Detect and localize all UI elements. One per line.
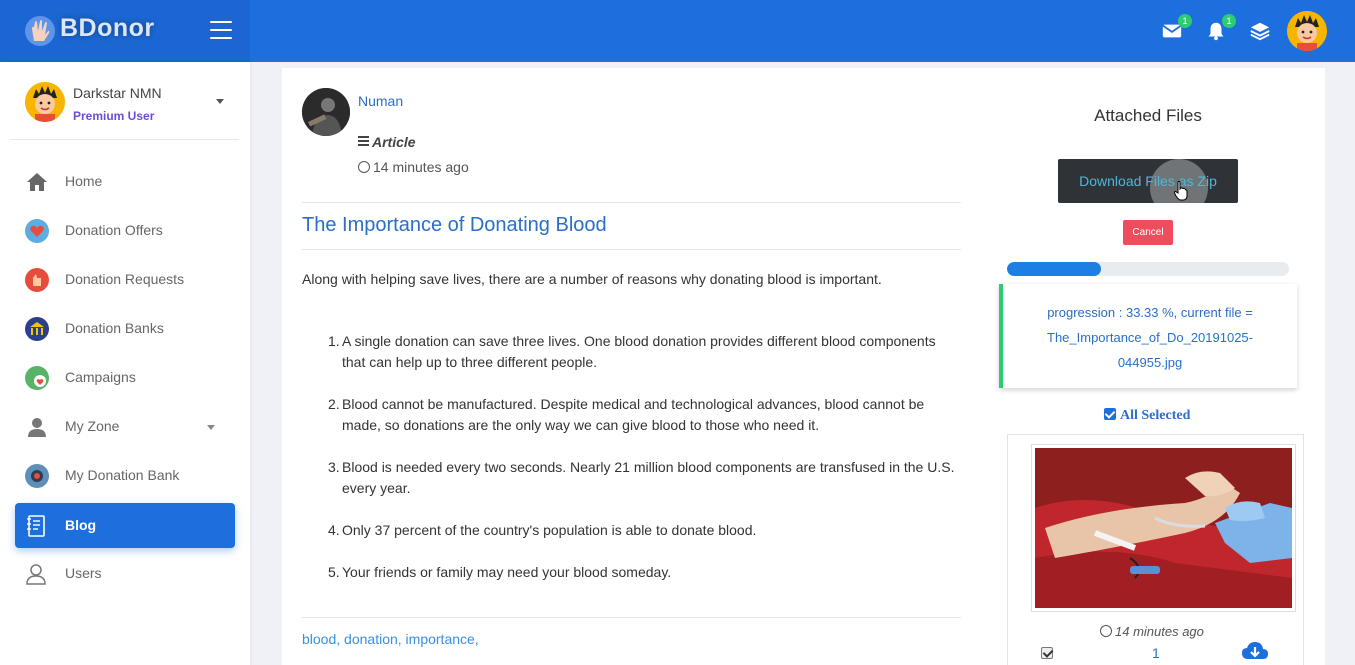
donation-requests-icon [25,268,49,292]
sidebar-item-label: Donation Offers [65,222,163,238]
list-item: 3. Blood is needed every two seconds. Nea… [328,459,955,496]
user-profile-dropdown[interactable]: Darkstar NMN Premium User [10,62,239,140]
tag-link[interactable]: donation, [344,631,402,647]
sidebar-item-label: My Zone [65,418,120,434]
donation-offers-icon [25,219,49,243]
download-progress-bar [1007,262,1289,276]
sidebar-item-donation-requests[interactable]: Donation Requests [15,257,235,302]
progress-status-box: progression : 33.33 %, current file = Th… [999,284,1297,388]
list-item-text: Your friends or family may need your blo… [342,564,672,580]
list-item-text: A single donation can save three lives. … [342,333,936,370]
file-time-label: 14 minutes ago [1115,624,1204,639]
mail-icon[interactable]: 1 [1161,14,1192,44]
post-points-list: 1. A single donation can save three lives… [328,331,957,604]
list-item: 2. Blood cannot be manufactured. Despite … [328,396,925,433]
checkbox-checked-icon [1104,408,1116,420]
users-icon [25,562,49,586]
sidebar-item-label: Campaigns [65,369,136,385]
divider [302,617,961,618]
mail-badge: 1 [1178,14,1192,28]
user-icon [25,415,49,439]
layers-icon[interactable] [1249,20,1273,44]
divider [302,249,961,250]
hand-cursor-icon [1173,181,1188,206]
list-item: 4. Only 37 percent of the country's popul… [328,522,757,538]
progress-fill [1007,262,1101,276]
clock-icon [1100,625,1112,637]
post-type: Article [358,134,416,150]
sidebar-item-users[interactable]: Users [15,551,235,596]
select-all-label: All Selected [1120,408,1191,423]
post-type-label: Article [372,134,416,150]
file-number[interactable]: 1 [1152,645,1160,661]
home-icon [25,170,49,194]
user-role: Premium User [73,109,155,123]
sidebar-item-blog[interactable]: Blog [15,503,235,548]
list-item-text: Blood cannot be manufactured. Despite me… [342,396,925,433]
avatar[interactable] [1287,11,1327,51]
download-zip-label: Download Files as Zip [1079,173,1217,189]
list-item-text: Blood is needed every two seconds. Nearl… [342,459,955,496]
clock-icon [358,161,370,173]
app-logo-text: BDonor [60,14,155,42]
select-all-checkbox[interactable]: All Selected [1104,408,1190,424]
sidebar-item-label: Home [65,173,103,189]
bell-badge: 1 [1222,14,1236,28]
post-tags: blood, donation, importance, [302,631,479,647]
download-zip-button[interactable]: Download Files as Zip [1058,159,1238,203]
sidebar-item-donation-offers[interactable]: Donation Offers [15,208,235,253]
menu-toggle-icon[interactable] [210,21,232,39]
attached-files-title: Attached Files [1094,106,1202,125]
list-item: 1. A single donation can save three lives… [328,333,936,370]
progress-status-line: 044955.jpg [1117,355,1183,370]
sidebar-item-my-donation-bank[interactable]: My Donation Bank [15,453,235,498]
list-item-text: Only 37 percent of the country's populat… [342,522,757,538]
post-title[interactable]: The Importance of Donating Blood [302,214,607,237]
sidebar-item-campaigns[interactable]: Campaigns [15,355,235,400]
file-thumbnail[interactable] [1031,444,1296,612]
sidebar-item-label: Users [65,565,102,581]
list-icon [358,136,369,147]
sidebar-item-donation-banks[interactable]: Donation Banks [15,306,235,351]
post-time-label: 14 minutes ago [373,159,469,175]
blog-icon [25,514,49,538]
blood-donation-image [1035,448,1292,608]
progress-status-line: progression : 33.33 %, current file = [1047,305,1253,320]
campaigns-icon [25,366,49,390]
list-item: 5. Your friends or family may need your b… [328,564,672,580]
sidebar-item-my-zone[interactable]: My Zone [15,404,235,449]
tag-link[interactable]: blood, [302,631,340,647]
divider [302,202,961,203]
post-intro: Along with helping save lives, there are… [302,271,882,287]
sidebar-item-home[interactable]: Home [15,159,235,204]
author-avatar[interactable] [302,88,350,136]
logo-icon [25,16,55,46]
chevron-down-icon [216,99,224,104]
top-bar: BDonor 1 1 [0,0,1355,62]
my-donation-bank-icon [25,464,49,488]
donation-banks-icon [25,317,49,341]
file-time: 14 minutes ago [1100,624,1204,639]
tag-link[interactable]: importance, [406,631,479,647]
post-time: 14 minutes ago [358,159,469,175]
sidebar-item-label: Donation Banks [65,320,164,336]
avatar [25,82,65,122]
file-checkbox[interactable] [1041,647,1053,659]
cancel-button[interactable]: Cancel [1123,220,1173,245]
chevron-down-icon [207,425,215,430]
sidebar-item-label: Blog [65,517,97,533]
sidebar: Darkstar NMN Premium User Home Donation … [0,62,250,665]
sidebar-item-label: Donation Requests [65,271,185,287]
sidebar-item-label: My Donation Bank [65,467,180,483]
user-name: Darkstar NMN [73,85,162,101]
author-name[interactable]: Numan [358,93,403,109]
progress-status-line: The_Importance_of_Do_20191025- [1047,330,1253,345]
cloud-download-icon[interactable] [1241,641,1269,665]
bell-icon[interactable]: 1 [1205,14,1236,44]
